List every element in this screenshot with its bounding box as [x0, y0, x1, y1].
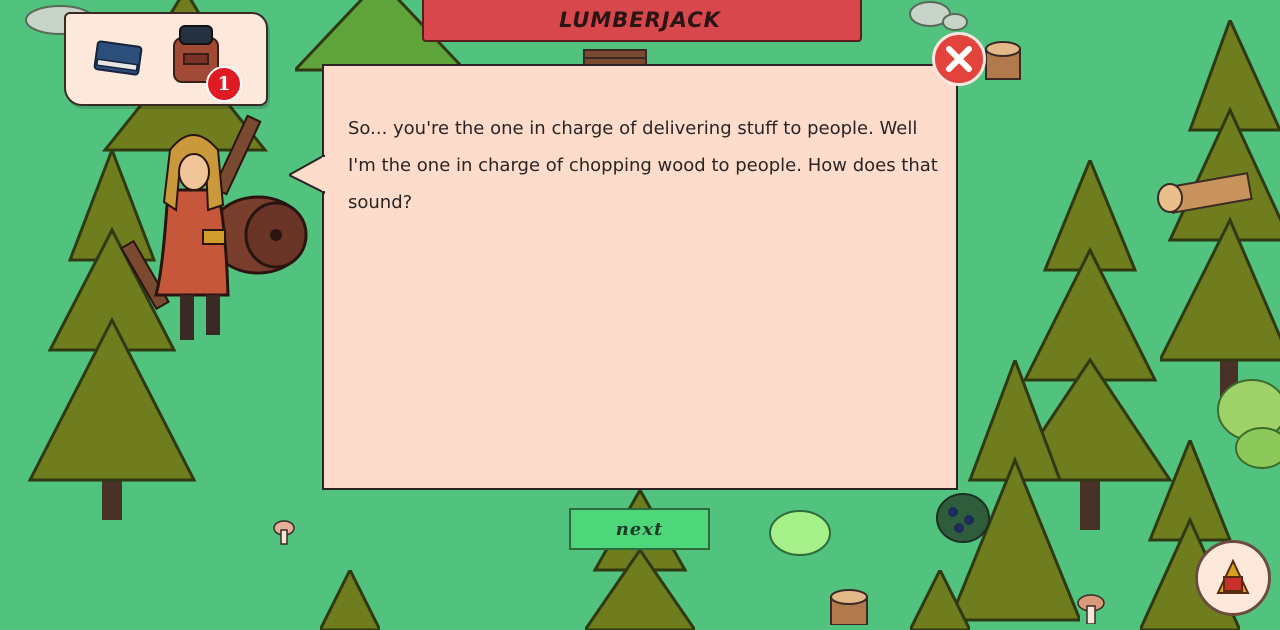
notification-badge: 1 — [206, 66, 242, 102]
tree-stump — [830, 589, 868, 625]
speaker-name: LUMBERJACK — [559, 8, 721, 32]
dialog-line: So... you're the one in charge of delive… — [348, 118, 918, 139]
mushroom — [273, 520, 295, 545]
map-emblem-button[interactable] — [1195, 540, 1271, 616]
bush — [1217, 379, 1280, 469]
book-icon[interactable] — [92, 38, 148, 82]
next-label: next — [615, 518, 664, 540]
dialog-line: I'm the one in charge of chopping wood t… — [348, 155, 938, 176]
dialog-text: So... you're the one in charge of delive… — [348, 110, 948, 221]
close-button[interactable] — [932, 32, 986, 86]
speaker-banner: LUMBERJACK — [422, 0, 862, 44]
pine-tree — [320, 570, 380, 630]
dialog-line: sound? — [348, 192, 413, 213]
fallen-log — [1157, 172, 1253, 214]
speech-tail — [289, 155, 325, 195]
mushroom — [1077, 594, 1105, 624]
berry-bush — [936, 493, 990, 543]
close-icon — [946, 46, 972, 72]
emblem-icon — [1216, 558, 1250, 594]
next-button[interactable]: next — [569, 508, 710, 550]
bush — [769, 510, 831, 556]
inventory-panel: 1 — [64, 12, 268, 106]
lumberjack-character — [118, 110, 318, 354]
rocks — [909, 1, 968, 31]
pine-tree — [910, 570, 970, 630]
